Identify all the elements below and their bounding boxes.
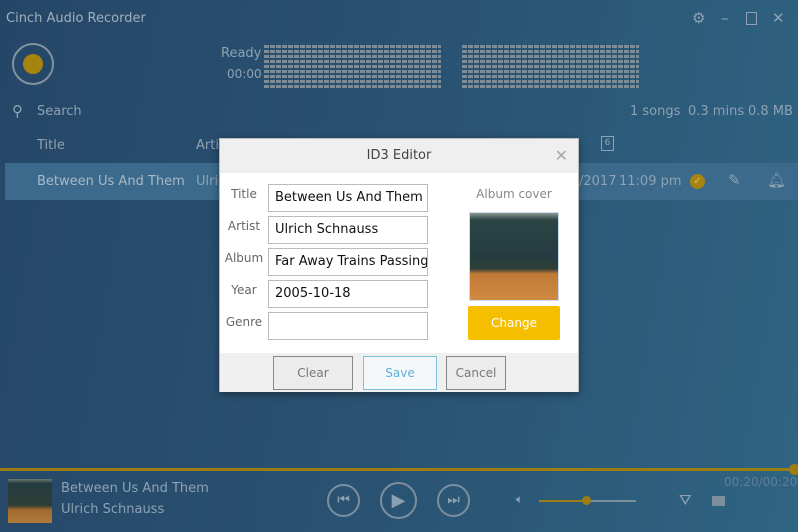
album-cover-label: Album cover <box>476 187 552 201</box>
title-field[interactable]: Between Us And Them <box>268 184 428 212</box>
filter-icon[interactable]: ⛛ <box>679 491 692 509</box>
record-icon <box>23 54 43 74</box>
player-time: 00:20/00:20 <box>724 475 798 489</box>
volume-handle[interactable] <box>582 496 591 505</box>
dialog-header: ID3 Editor ✕ <box>220 139 578 173</box>
status-text: Ready <box>221 46 262 61</box>
play-button[interactable]: ▶ <box>380 482 417 519</box>
calendar-icon[interactable]: 6 <box>601 136 614 151</box>
label-album: Album <box>224 251 264 265</box>
album-field[interactable]: Far Away Trains Passing By <box>268 248 428 276</box>
volume-icon[interactable]: 🔈︎ <box>516 492 523 507</box>
column-title[interactable]: Title <box>37 138 65 153</box>
song-count: 1 songs <box>630 104 681 119</box>
label-year: Year <box>231 283 257 297</box>
artist-field[interactable]: Ulrich Schnauss <box>268 216 428 244</box>
previous-button[interactable]: ⏮ <box>327 484 360 517</box>
player-cover <box>8 479 52 523</box>
label-artist: Artist <box>227 219 261 233</box>
year-field[interactable]: 2005-10-18 <box>268 280 428 308</box>
total-mins: 0.3 mins <box>688 104 745 119</box>
player-title: Between Us And Them <box>61 481 209 496</box>
record-time: 00:00 <box>227 67 262 81</box>
record-button[interactable] <box>12 43 54 85</box>
label-genre: Genre <box>225 315 263 329</box>
progress-handle[interactable] <box>789 464 798 475</box>
dialog-close-icon[interactable]: ✕ <box>555 139 568 173</box>
minimize-button[interactable]: – <box>721 9 729 27</box>
level-meter-right <box>462 44 639 88</box>
app-title: Cinch Audio Recorder <box>6 11 146 26</box>
dialog-title: ID3 Editor <box>366 148 432 163</box>
playback-progress[interactable] <box>0 468 798 471</box>
row-title: Between Us And Them <box>37 174 185 189</box>
level-meter-left <box>264 44 441 88</box>
search-icon: ⚲ <box>12 102 23 120</box>
next-button[interactable]: ⏭ <box>437 484 470 517</box>
row-time: 11:09 pm <box>619 174 682 189</box>
search-input[interactable]: Search <box>37 104 82 119</box>
genre-field[interactable] <box>268 312 428 340</box>
total-size: 0.8 MB <box>748 104 793 119</box>
change-cover-button[interactable]: Change <box>468 306 560 340</box>
dialog-footer: Clear Save Cancel <box>220 353 578 392</box>
id3-editor-dialog: ID3 Editor ✕ Title Between Us And Them Ar… <box>219 138 579 392</box>
bell-icon[interactable]: 🔔︎ <box>767 171 786 189</box>
maximize-button[interactable] <box>746 12 757 25</box>
close-button[interactable]: ✕ <box>772 9 785 27</box>
check-icon: ✓ <box>690 174 705 189</box>
folder-icon[interactable] <box>712 496 725 506</box>
edit-icon[interactable]: ✎ <box>728 171 741 189</box>
label-title: Title <box>231 187 257 201</box>
settings-icon[interactable]: ⚙ <box>692 9 705 27</box>
album-cover-image <box>469 212 559 301</box>
row-date: /2017 <box>579 174 617 189</box>
save-button[interactable]: Save <box>363 356 437 390</box>
cancel-button[interactable]: Cancel <box>446 356 506 390</box>
clear-button[interactable]: Clear <box>273 356 353 390</box>
player-artist: Ulrich Schnauss <box>61 502 165 517</box>
